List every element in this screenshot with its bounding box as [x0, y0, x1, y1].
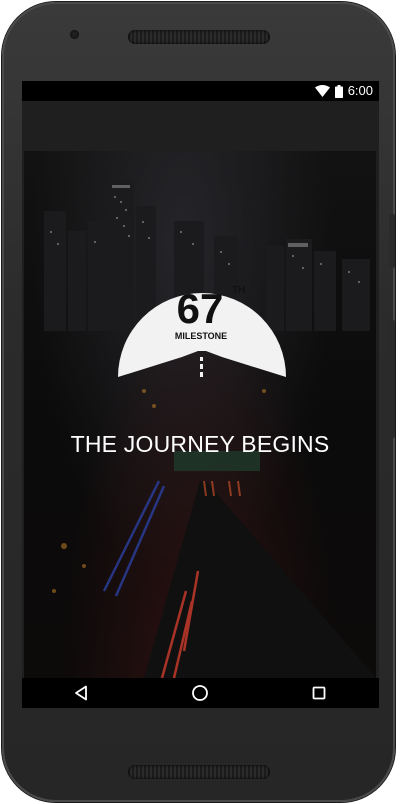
logo-number: 67 [177, 285, 224, 332]
app-bar [22, 101, 379, 151]
status-icons: 6:00 [314, 83, 373, 99]
phone-frame: 6:00 67 TH MILESTONE THE JOURNEY BEGINS [2, 2, 395, 802]
city-highway-background [44, 181, 376, 678]
battery-icon [334, 84, 343, 98]
screen: 6:00 67 TH MILESTONE THE JOURNEY BEGINS [22, 81, 379, 708]
back-icon [75, 685, 87, 701]
recents-icon [312, 686, 326, 700]
home-button[interactable] [189, 682, 211, 704]
front-camera [70, 30, 79, 39]
status-time: 6:00 [347, 83, 373, 98]
bottom-speaker-grille [128, 765, 270, 779]
navigation-bar [22, 678, 379, 708]
home-icon [192, 685, 208, 701]
logo-word: MILESTONE [175, 331, 227, 341]
recents-button[interactable] [308, 682, 330, 704]
volume-button [389, 320, 395, 438]
power-button [389, 214, 395, 268]
tagline: THE JOURNEY BEGINS [70, 431, 330, 457]
top-speaker-grille [128, 30, 270, 44]
wifi-icon [314, 85, 330, 97]
back-button[interactable] [70, 682, 92, 704]
status-bar: 6:00 [22, 81, 379, 101]
67th-milestone-logo: 67 TH MILESTONE [118, 285, 286, 377]
logo-superscript: TH [232, 285, 245, 296]
splash-screen[interactable]: 67 TH MILESTONE THE JOURNEY BEGINS [24, 151, 376, 678]
